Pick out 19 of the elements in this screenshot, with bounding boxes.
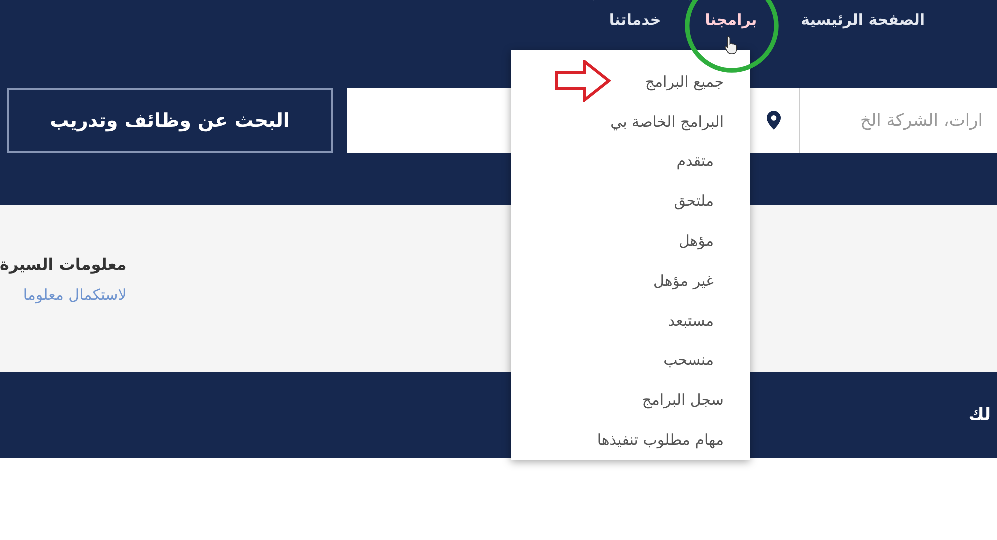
menu-item[interactable]: البرامج الخاصة بي [511, 102, 750, 142]
menu-item[interactable]: غير مؤهل [511, 260, 750, 301]
nav-link[interactable]: الصفحة الرئيسية [779, 11, 947, 29]
circle-highlight-icon [684, 0, 780, 74]
menu-item[interactable]: متقدم [511, 142, 750, 182]
search-button[interactable]: البحث عن وظائف وتدريب [7, 88, 333, 153]
menu-item[interactable]: مؤهل [511, 221, 750, 261]
keyword-field[interactable]: ارات، الشركة الخ [799, 88, 997, 153]
menu-item[interactable]: مستبعد [511, 300, 750, 341]
profile-title: معلومات السيرة [0, 255, 127, 274]
menu-item[interactable]: جميع البرامج [511, 62, 750, 102]
menu-item[interactable]: منسحب [511, 340, 750, 380]
hand-cursor-icon [724, 36, 738, 54]
menu-item[interactable]: سجل البرامج [511, 380, 750, 420]
location-pin-icon [767, 111, 781, 130]
section-title: لك [968, 405, 991, 425]
nav-link[interactable]: خدماتنا [587, 11, 684, 29]
menu-item[interactable]: مهام مطلوب تنفيذها [511, 420, 750, 460]
menu-item[interactable]: ملتحق [511, 181, 750, 222]
